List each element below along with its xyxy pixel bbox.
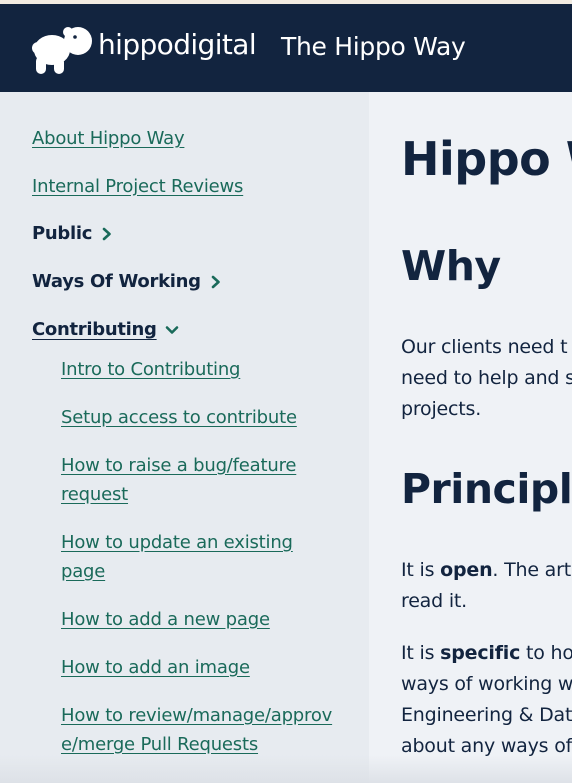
- sidebar-item-update-existing-page[interactable]: How to update an existing page: [61, 528, 311, 586]
- chevron-down-icon: [165, 323, 179, 337]
- sidebar-group-public[interactable]: Public: [32, 223, 114, 244]
- text-run: to ho: [520, 642, 572, 664]
- sidebar-item-raise-bug-feature[interactable]: How to raise a bug/feature request: [61, 451, 311, 509]
- brand-name[interactable]: hippodigital: [98, 28, 257, 61]
- sidebar-group-contributing[interactable]: Contributing: [32, 319, 179, 340]
- sidebar-nav: About Hippo Way Internal Project Reviews…: [0, 92, 369, 783]
- sidebar-item-setup-access[interactable]: Setup access to contribute: [61, 403, 351, 432]
- sidebar-item-intro-to-contributing[interactable]: Intro to Contributing: [61, 355, 351, 384]
- why-paragraph: Our clients need t need to help and s pr…: [401, 336, 572, 420]
- hippo-logo-icon[interactable]: [30, 24, 94, 76]
- main-content: Hippo W Why Our clients need t need to h…: [369, 92, 572, 783]
- text-run: Engineering & Dat: [401, 704, 572, 726]
- principle-open-paragraph: It is open. The arti read it.: [401, 555, 572, 617]
- sidebar-link-internal-project-reviews[interactable]: Internal Project Reviews: [32, 172, 243, 201]
- page-title: Hippo W: [401, 132, 572, 186]
- bold-term: specific: [440, 642, 521, 664]
- chevron-right-icon: [209, 275, 223, 289]
- section-heading-principles: Principle: [401, 465, 572, 513]
- bold-term: open: [440, 559, 493, 581]
- sidebar-link-about-hippo-way[interactable]: About Hippo Way: [32, 124, 185, 153]
- text-run: about any ways of: [401, 735, 572, 757]
- sidebar-item-add-new-page[interactable]: How to add a new page: [61, 605, 351, 634]
- text-run: . The arti: [492, 559, 572, 581]
- principle-specific-paragraph: It is specific to ho ways of working w E…: [401, 638, 572, 762]
- site-title: The Hippo Way: [281, 32, 466, 61]
- sidebar-item-review-pull-requests[interactable]: How to review/manage/approve/merge Pull …: [61, 701, 346, 759]
- site-header: hippodigital The Hippo Way: [0, 4, 572, 92]
- text-run: It is: [401, 559, 441, 581]
- text-run: ways of working w: [401, 673, 572, 695]
- sidebar-group-label: Ways Of Working: [32, 271, 201, 292]
- section-heading-why: Why: [401, 242, 501, 290]
- chevron-right-icon: [100, 227, 114, 241]
- sidebar-group-ways-of-working[interactable]: Ways Of Working: [32, 271, 223, 292]
- sidebar-item-add-image[interactable]: How to add an image: [61, 653, 351, 682]
- text-run: read it.: [401, 590, 467, 612]
- text-run: It is: [401, 642, 441, 664]
- sidebar-group-label: Contributing: [32, 319, 157, 340]
- sidebar-group-label: Public: [32, 223, 93, 244]
